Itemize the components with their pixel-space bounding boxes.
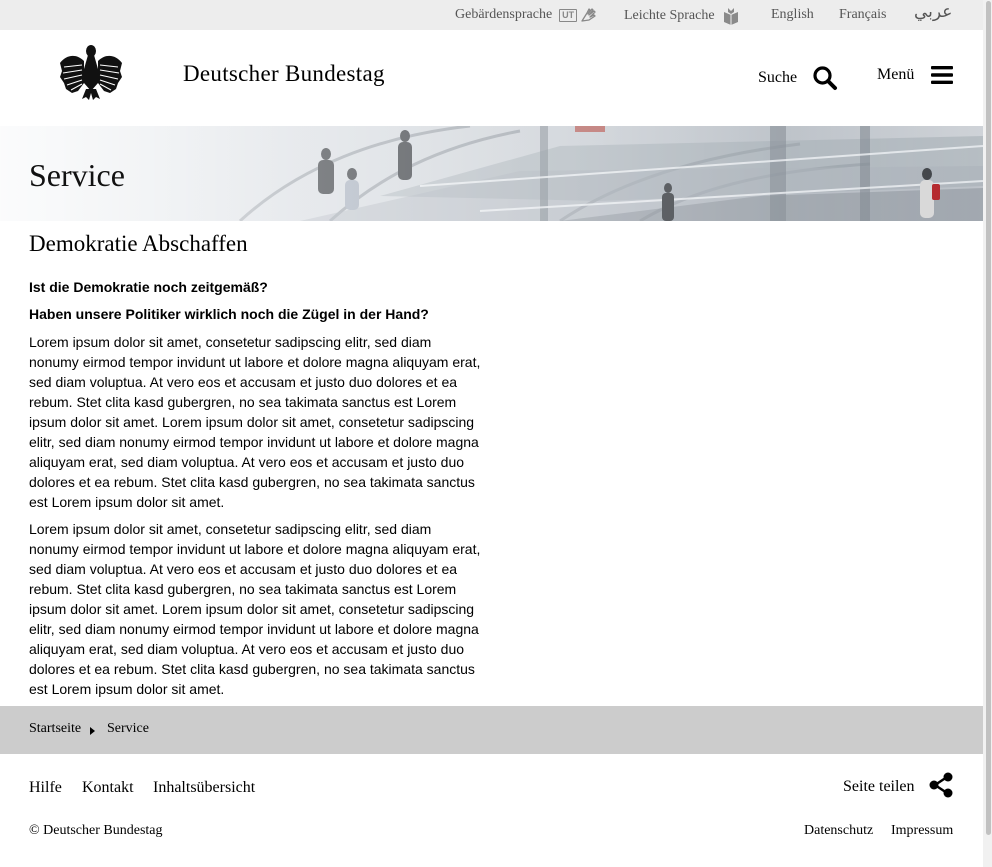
caret-right-icon (90, 727, 95, 735)
scrollbar-thumb[interactable] (986, 1, 991, 835)
footer-link-contact[interactable]: Kontakt (82, 779, 134, 797)
hero-banner: Service (0, 126, 983, 221)
body-paragraph-2: Lorem ipsum dolor sit amet, consetetur s… (29, 521, 481, 697)
site-title[interactable]: Deutscher Bundestag (183, 61, 385, 87)
ut-badge: UT (559, 8, 578, 22)
body-paragraph-1: Lorem ipsum dolor sit amet, consetetur s… (29, 334, 481, 510)
english-link[interactable]: English (771, 7, 814, 23)
lead-question-1: Ist die Demokratie noch zeitgemäß? (29, 279, 268, 295)
hand-sign-icon (581, 8, 596, 22)
breadcrumb-current[interactable]: Service (107, 721, 149, 737)
french-label: Français (839, 7, 887, 22)
copyright: © Deutscher Bundestag (29, 823, 163, 838)
french-link[interactable]: Français (839, 7, 886, 23)
federal-eagle-logo[interactable] (58, 43, 124, 101)
sign-language-link[interactable]: Gebärdensprache UT (455, 7, 597, 23)
menu-button[interactable]: Menü (877, 65, 954, 85)
hero-image (0, 126, 983, 221)
arabic-link[interactable]: عربي (914, 2, 952, 22)
english-label: English (771, 7, 814, 22)
article-heading: Demokratie Abschaffen (29, 231, 248, 256)
search-button[interactable]: Suche (758, 65, 838, 91)
arabic-label: عربي (914, 2, 953, 21)
easy-language-icon (723, 8, 738, 25)
site-header: Deutscher Bundestag Suche Menü (0, 30, 983, 126)
language-bar: Gebärdensprache UT Leichte Sprache Engli… (0, 0, 983, 30)
breadcrumb: Startseite Service (0, 706, 983, 754)
breadcrumb-home[interactable]: Startseite (29, 721, 81, 737)
hamburger-menu-icon (931, 66, 954, 84)
search-label: Suche (758, 69, 798, 86)
easy-language-link[interactable]: Leichte Sprache (624, 7, 740, 25)
lead-question-2: Haben unsere Politiker wirklich noch die… (29, 306, 429, 322)
easy-language-label: Leichte Sprache (624, 8, 715, 23)
footer-link-sitemap[interactable]: Inhaltsübersicht (153, 779, 255, 797)
imprint-link[interactable]: Impressum (891, 823, 953, 839)
footer-link-help[interactable]: Hilfe (29, 779, 62, 797)
share-icon (929, 772, 953, 798)
page-title: Service (29, 157, 125, 193)
sign-language-label: Gebärdensprache (455, 7, 553, 22)
share-page-button[interactable]: Seite teilen (843, 772, 953, 798)
search-icon (813, 66, 838, 90)
privacy-link[interactable]: Datenschutz (804, 823, 873, 839)
page: Gebärdensprache UT Leichte Sprache Engli… (0, 0, 983, 867)
menu-label: Menü (877, 66, 915, 83)
share-label: Seite teilen (843, 778, 915, 795)
